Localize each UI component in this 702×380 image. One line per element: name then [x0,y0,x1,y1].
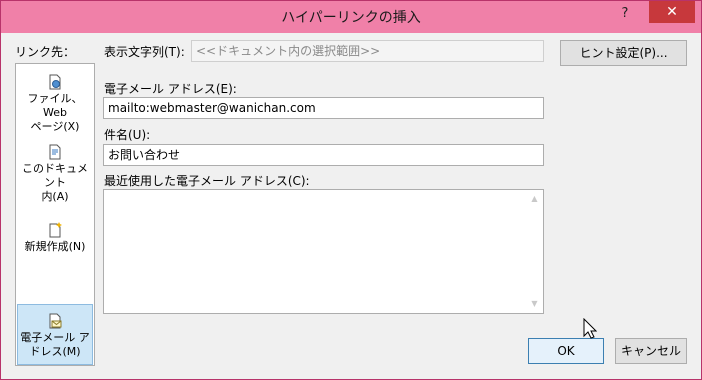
sidebar-item-label: ドレス(M) [29,345,81,358]
window-title: ハイパーリンクの挿入 [281,10,421,26]
sidebar-item-create-new[interactable]: 新規作成(N) [17,222,93,264]
cancel-button[interactable]: キャンセル [615,338,687,364]
sidebar-item-existing-file[interactable]: ファイル、Web ページ(X) [17,74,93,133]
recent-addresses-label: 最近使用した電子メール アドレス(C): [104,174,310,188]
display-text-label: 表示文字列(T): [104,45,185,59]
new-document-icon [49,222,62,238]
mouse-cursor-icon [583,318,597,339]
sidebar-item-label: このドキュメント [22,162,88,189]
sidebar-item-label: 新規作成(N) [24,240,86,253]
sidebar-item-label: ファイル、Web [27,92,83,119]
email-address-field[interactable]: mailto:webmaster@wanichan.com [103,97,544,119]
title-bar: ハイパーリンクの挿入 ? ✕ [1,1,701,33]
scroll-up-icon[interactable]: ▲ [526,192,543,206]
subject-field[interactable]: お問い合わせ [103,144,544,166]
screentip-button[interactable]: ヒント設定(P)... [560,40,687,66]
sidebar-item-label: ページ(X) [30,120,80,133]
subject-label: 件名(U): [104,128,151,142]
web-page-icon [49,74,61,90]
email-address-label: 電子メール アドレス(E): [104,82,237,96]
scrollbar[interactable]: ▲ ▼ [526,190,543,313]
sidebar-item-email-address[interactable]: 電子メール ア ドレス(M) [17,304,93,365]
sidebar-item-label: 内(A) [41,190,69,203]
display-text-field[interactable]: <<ドキュメント内の選択範囲>> [191,40,544,62]
document-icon [49,144,61,160]
hyperlink-dialog-window: ハイパーリンクの挿入 ? ✕ リンク先： ファイル、Web ページ(X) このド… [0,0,702,380]
sidebar-item-label: 電子メール ア [20,331,90,344]
sidebar-item-this-document[interactable]: このドキュメント 内(A) [17,144,93,203]
close-button[interactable]: ✕ [649,1,695,23]
scroll-down-icon[interactable]: ▼ [526,297,543,311]
email-icon [49,313,62,329]
ok-button[interactable]: OK [528,338,604,364]
link-to-sidebar: ファイル、Web ページ(X) このドキュメント 内(A) 新規作成(N) 電子… [15,63,95,366]
recent-addresses-list[interactable]: ▲ ▼ [103,189,544,314]
link-to-label: リンク先： [15,45,76,59]
help-button[interactable]: ? [613,3,637,25]
